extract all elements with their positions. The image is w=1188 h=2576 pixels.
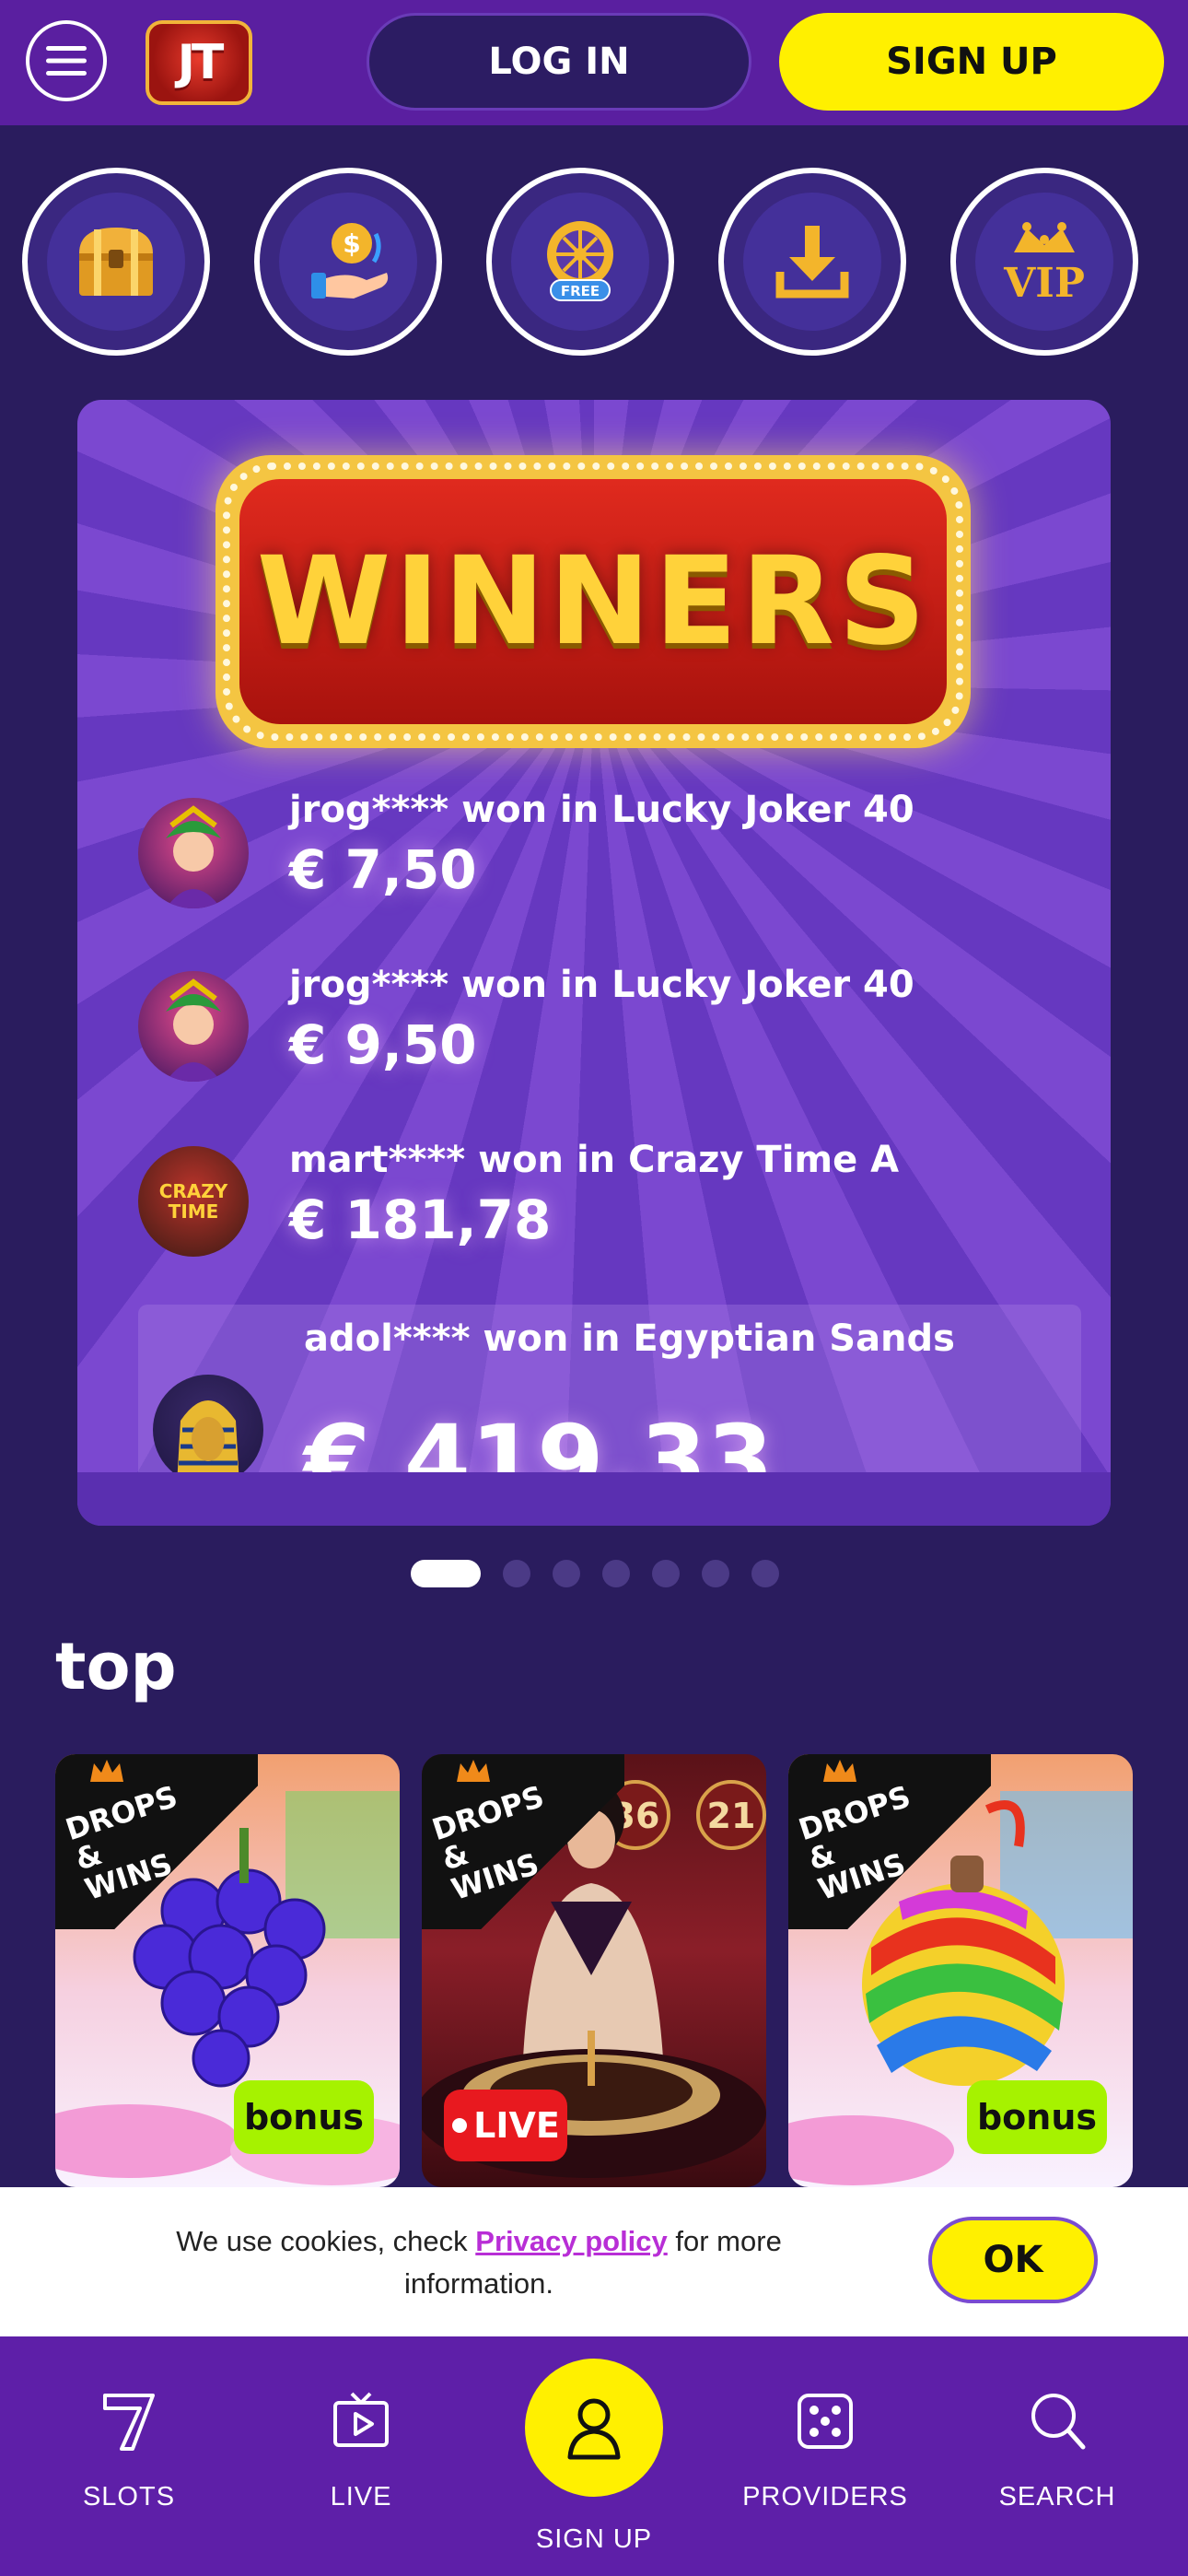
drops-and-wins-badge: DROPS & WINS [422,1754,624,1929]
lucky-joker-icon [138,971,249,1082]
crazy-time-label: CRAZY TIME [158,1180,228,1223]
bottom-navigation: SLOTS LIVE SIGN UP PROVIDERS SEARCH [0,2336,1188,2576]
search-icon [1031,2394,1086,2450]
login-button[interactable]: LOG IN [367,13,751,111]
svg-text:$: $ [343,228,360,259]
crown-icon [457,1760,490,1782]
nav-label: SLOTS [82,2482,176,2512]
quick-link-free-wheel[interactable]: FREE [486,168,674,356]
download-icon [775,226,849,299]
tv-play-icon [333,2392,389,2447]
quick-link-download[interactable] [718,168,906,356]
nav-item-providers[interactable]: PROVIDERS [733,2388,917,2512]
drops-and-wins-text: DROPS & WINS [427,1778,549,1907]
winners-card[interactable]: WINNERS jrog**** won in Lucky Joker 40 €… [77,400,1111,1526]
winner-amount: € 7,50 [289,838,477,901]
quick-link-vip[interactable]: VIP [950,168,1138,356]
seven-icon [103,2394,155,2451]
carousel-dot[interactable] [503,1560,530,1587]
privacy-policy-link[interactable]: Privacy policy [475,2225,668,2257]
top-header: JT LOG IN SIGN UP [0,0,1188,125]
carousel-dot[interactable] [751,1560,779,1587]
free-wheel-icon: FREE [547,221,613,301]
drops-and-wins-badge: DROPS & WINS [788,1754,991,1929]
winner-amount: € 181,78 [289,1188,552,1251]
free-badge-text: FREE [561,283,600,299]
cookie-ok-button[interactable]: OK [928,2217,1098,2303]
dice-icon [798,2394,853,2449]
cookie-banner: We use cookies, check Privacy policy for… [0,2187,1188,2336]
nav-label: PROVIDERS [742,2482,908,2512]
vip-text: VIP [1003,260,1085,307]
nav-label-signup[interactable]: SIGN UP [502,2524,686,2555]
quick-link-cashback[interactable]: $ [254,168,442,356]
brand-logo-text: JT [177,35,225,90]
crown-icon [90,1760,123,1782]
bonus-badge: bonus [234,2080,374,2154]
winner-text: mart**** won in Crazy Time A [289,1139,900,1181]
section-title-top: top [55,1629,177,1704]
cookie-message: We use cookies, check Privacy policy for… [129,2220,829,2305]
live-badge-text: LIVE [473,2105,560,2146]
game-card[interactable]: DROPS & WINS bonus [55,1754,400,2187]
bonus-badge: bonus [967,2080,1107,2154]
signup-button[interactable]: SIGN UP [779,13,1164,111]
pharaoh-icon [153,1375,263,1485]
winners-banner-title: WINNERS [239,479,947,724]
game-card[interactable]: DROPS & WINS bonus [788,1754,1133,2187]
live-dot-icon [452,2118,468,2133]
winner-text: adol**** won in Egyptian Sands [304,1317,955,1360]
crazy-time-icon: CRAZY TIME [138,1146,249,1257]
winner-row[interactable]: jrog**** won in Lucky Joker 40 € 7,50 [138,789,1059,912]
carousel-dot-active[interactable] [411,1560,481,1587]
carousel-dot[interactable] [702,1560,729,1587]
lucky-joker-icon [138,798,249,908]
live-badge: LIVE [444,2090,567,2161]
nav-item-search[interactable]: SEARCH [965,2388,1149,2512]
winners-banner: WINNERS [215,455,971,748]
carousel-pagination [411,1559,779,1588]
drops-and-wins-badge: DROPS & WINS [55,1754,258,1929]
crown-icon [823,1760,856,1782]
winner-amount: € 9,50 [289,1013,477,1076]
nav-label: SEARCH [998,2482,1116,2512]
user-icon [567,2398,621,2460]
quick-link-treasure[interactable] [22,168,210,356]
carousel-dot[interactable] [553,1560,580,1587]
brand-logo[interactable]: JT [146,20,252,105]
hamburger-icon [46,46,87,76]
treasure-chest-icon [79,228,153,296]
carousel-dot[interactable] [652,1560,680,1587]
menu-button[interactable] [26,20,107,101]
game-card[interactable]: 36 21 DROPS & WINS LIVE [422,1754,766,2187]
winner-row[interactable]: jrog**** won in Lucky Joker 40 € 9,50 [138,964,1059,1087]
nav-item-slots[interactable]: SLOTS [37,2388,221,2512]
nav-item-live[interactable]: LIVE [269,2388,453,2512]
vip-crown-icon: VIP [1003,222,1085,307]
winner-text: jrog**** won in Lucky Joker 40 [289,964,914,1006]
drops-and-wins-text: DROPS & WINS [794,1778,915,1907]
cashback-hand-icon: $ [311,223,389,299]
roulette-number: 21 [707,1796,756,1836]
nav-signup-button[interactable] [525,2359,663,2497]
cookie-text-before: We use cookies, check [176,2225,476,2257]
drops-and-wins-text: DROPS & WINS [61,1778,182,1907]
carousel-dot[interactable] [602,1560,630,1587]
winner-row[interactable]: CRAZY TIME mart**** won in Crazy Time A … [138,1139,1059,1262]
winner-text: jrog**** won in Lucky Joker 40 [289,789,914,831]
nav-label: LIVE [330,2482,392,2512]
card-bottom-edge [77,1472,1111,1526]
